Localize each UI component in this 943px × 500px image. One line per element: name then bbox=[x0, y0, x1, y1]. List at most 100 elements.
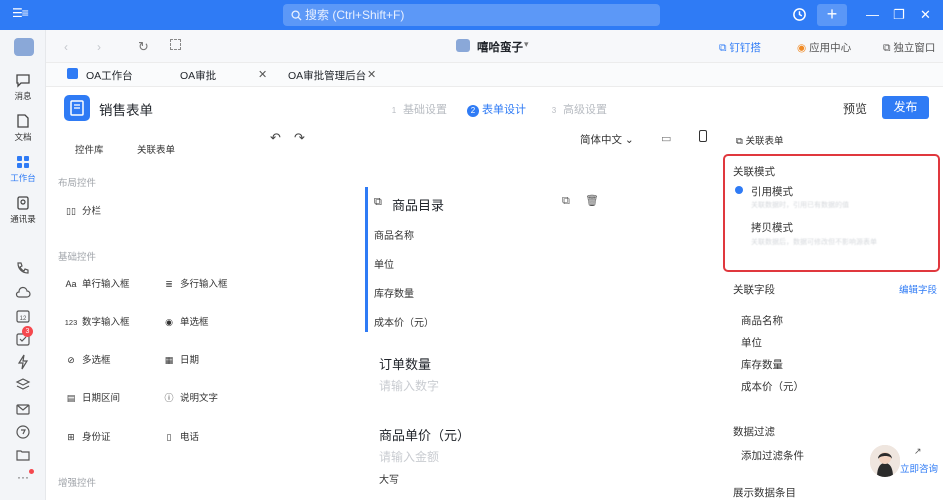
step-basic-settings[interactable]: 1 基础设置 bbox=[388, 101, 447, 117]
search-input[interactable]: 搜索 (Ctrl+Shift+F) bbox=[283, 4, 660, 26]
tab-oa-approval[interactable]: OA审批 bbox=[180, 68, 216, 83]
ding-icon[interactable] bbox=[14, 423, 32, 441]
linked-form-icon: ⧉ bbox=[374, 196, 382, 208]
control-label: 电话 bbox=[180, 432, 200, 443]
lightning-icon[interactable] bbox=[14, 353, 32, 371]
checkbox-icon: ⊘ bbox=[67, 355, 75, 365]
control-label: 日期区间 bbox=[82, 393, 121, 404]
tab-controls[interactable]: 控件库 bbox=[75, 142, 104, 156]
consult-avatar[interactable] bbox=[870, 445, 900, 477]
number-123-icon: 123 bbox=[64, 318, 78, 327]
text-aa-icon: Aa bbox=[65, 279, 77, 289]
chat-icon[interactable]: ↗ bbox=[914, 446, 922, 457]
nav-item-docs[interactable]: 文档 bbox=[0, 113, 46, 143]
radio-selected[interactable] bbox=[735, 186, 743, 194]
catalog-field: 商品名称 bbox=[374, 231, 414, 242]
mobile-icon[interactable] bbox=[699, 130, 707, 142]
control-checkbox[interactable]: ⊘ 多选框 bbox=[64, 352, 110, 366]
org-icon bbox=[456, 39, 470, 52]
phone-icon[interactable] bbox=[14, 260, 32, 278]
language-select[interactable]: 简体中文 ⌄ bbox=[580, 132, 634, 147]
search-placeholder: 搜索 (Ctrl+Shift+F) bbox=[305, 8, 405, 22]
nav-item-contacts[interactable]: 通讯录 bbox=[0, 195, 46, 225]
filter-title: 数据过滤 bbox=[733, 426, 775, 438]
control-id-card[interactable]: ⊞ 身份证 bbox=[64, 429, 110, 443]
consult-link[interactable]: 立即咨询 bbox=[900, 461, 938, 475]
standalone-label: 独立窗口 bbox=[893, 42, 936, 54]
minimize-button[interactable]: — bbox=[866, 7, 879, 23]
mail-icon[interactable] bbox=[14, 400, 32, 418]
control-phone[interactable]: ▯ 电话 bbox=[162, 429, 200, 443]
back-icon[interactable]: ‹ bbox=[64, 40, 68, 54]
close-icon[interactable]: ✕ bbox=[258, 68, 267, 81]
folder-icon[interactable] bbox=[14, 446, 32, 464]
nav-label: 通讯录 bbox=[10, 214, 36, 224]
language-value: 简体中文 bbox=[580, 134, 622, 146]
tab-linked-forms[interactable]: 关联表单 bbox=[137, 142, 175, 156]
trash-icon[interactable]: 🗑 bbox=[585, 194, 599, 207]
step-label: 基础设置 bbox=[403, 104, 447, 116]
control-label: 数字输入框 bbox=[82, 317, 130, 328]
control-date[interactable]: ▦ 日期 bbox=[162, 352, 199, 366]
contacts-icon bbox=[17, 196, 29, 210]
info-icon: ⓘ bbox=[164, 393, 174, 403]
standalone-window-link[interactable]: ⧉ 独立窗口 bbox=[883, 40, 935, 55]
control-label: 多行输入框 bbox=[180, 279, 228, 290]
step-advanced-settings[interactable]: 3 高级设置 bbox=[548, 101, 607, 117]
control-single-line[interactable]: Aa 单行输入框 bbox=[64, 276, 129, 290]
control-label: 日期 bbox=[180, 355, 200, 366]
control-columns[interactable]: ▯▯ 分栏 bbox=[64, 203, 101, 217]
nav-label: 工作台 bbox=[10, 173, 36, 183]
nav-label: 消息 bbox=[14, 91, 32, 101]
mode-reference[interactable]: 引用模式 bbox=[751, 184, 793, 199]
field-type: ⧉ 关联表单 bbox=[736, 133, 783, 147]
restore-button[interactable]: ❐ bbox=[893, 7, 905, 23]
catalog-title[interactable]: 商品目录 bbox=[392, 195, 444, 214]
step-label: 高级设置 bbox=[563, 104, 607, 116]
nav-item-messages[interactable]: 消息 bbox=[0, 72, 46, 102]
calendar-icon[interactable]: 12 bbox=[14, 307, 32, 325]
org-name[interactable]: 嘻哈蛮子 bbox=[477, 39, 523, 55]
mode-copy[interactable]: 拷贝模式 bbox=[751, 220, 793, 235]
chevron-down-icon[interactable]: ▾ bbox=[524, 39, 529, 50]
form-title: 销售表单 bbox=[99, 103, 153, 118]
control-date-range[interactable]: ▤ 日期区间 bbox=[64, 390, 120, 404]
control-label: 分栏 bbox=[82, 206, 102, 217]
plus-button[interactable]: + bbox=[817, 4, 847, 26]
close-button[interactable]: ✕ bbox=[920, 7, 931, 23]
edit-fields-link[interactable]: 编辑字段 bbox=[899, 282, 937, 296]
refresh-icon[interactable]: ↻ bbox=[138, 39, 149, 55]
cloud-icon[interactable] bbox=[14, 284, 32, 302]
more-icon[interactable]: ··· bbox=[17, 470, 29, 484]
app-center-link[interactable]: ◉ 应用中心 bbox=[797, 40, 851, 55]
dingpin-link[interactable]: ⧉ 钉钉搭 bbox=[719, 40, 761, 55]
tab-oa-admin[interactable]: OA审批管理后台 bbox=[288, 68, 366, 83]
preview-button[interactable]: 预览 bbox=[843, 100, 867, 117]
control-number[interactable]: 123 数字输入框 bbox=[64, 314, 130, 328]
close-icon[interactable]: ✕ bbox=[367, 68, 376, 81]
dot-badge bbox=[29, 469, 34, 474]
window-icon: ⧉ bbox=[883, 42, 894, 54]
redo-icon[interactable]: ↷ bbox=[294, 130, 305, 146]
layers-icon[interactable] bbox=[14, 376, 32, 394]
price-input[interactable]: 请输入金额 bbox=[379, 448, 439, 465]
add-filter-link[interactable]: 添加过滤条件 bbox=[741, 448, 804, 463]
dingpin-label: 钉钉搭 bbox=[729, 42, 761, 54]
nav-item-workbench[interactable]: 工作台 bbox=[0, 154, 46, 184]
tab-oa-workbench[interactable]: OA工作台 bbox=[86, 68, 133, 83]
fullscreen-icon[interactable] bbox=[170, 39, 181, 50]
undo-icon[interactable]: ↶ bbox=[270, 130, 281, 146]
qty-input[interactable]: 请输入数字 bbox=[379, 377, 439, 394]
copy-icon[interactable]: ⧉ bbox=[562, 195, 570, 208]
clock-history-icon[interactable] bbox=[792, 7, 807, 26]
control-description[interactable]: ⓘ 说明文字 bbox=[162, 390, 218, 404]
control-radio[interactable]: ◉ 单选框 bbox=[162, 314, 208, 328]
forward-icon[interactable]: › bbox=[97, 40, 101, 54]
publish-button[interactable]: 发布 bbox=[882, 96, 929, 119]
avatar[interactable] bbox=[14, 38, 34, 56]
control-multi-line[interactable]: ≣ 多行输入框 bbox=[162, 276, 228, 290]
fields-title: 关联字段 bbox=[733, 284, 775, 296]
desktop-icon[interactable]: ▭ bbox=[661, 132, 671, 145]
step-form-design[interactable]: 2 表单设计 bbox=[467, 101, 526, 117]
dingpin-icon: ⧉ bbox=[719, 42, 730, 54]
